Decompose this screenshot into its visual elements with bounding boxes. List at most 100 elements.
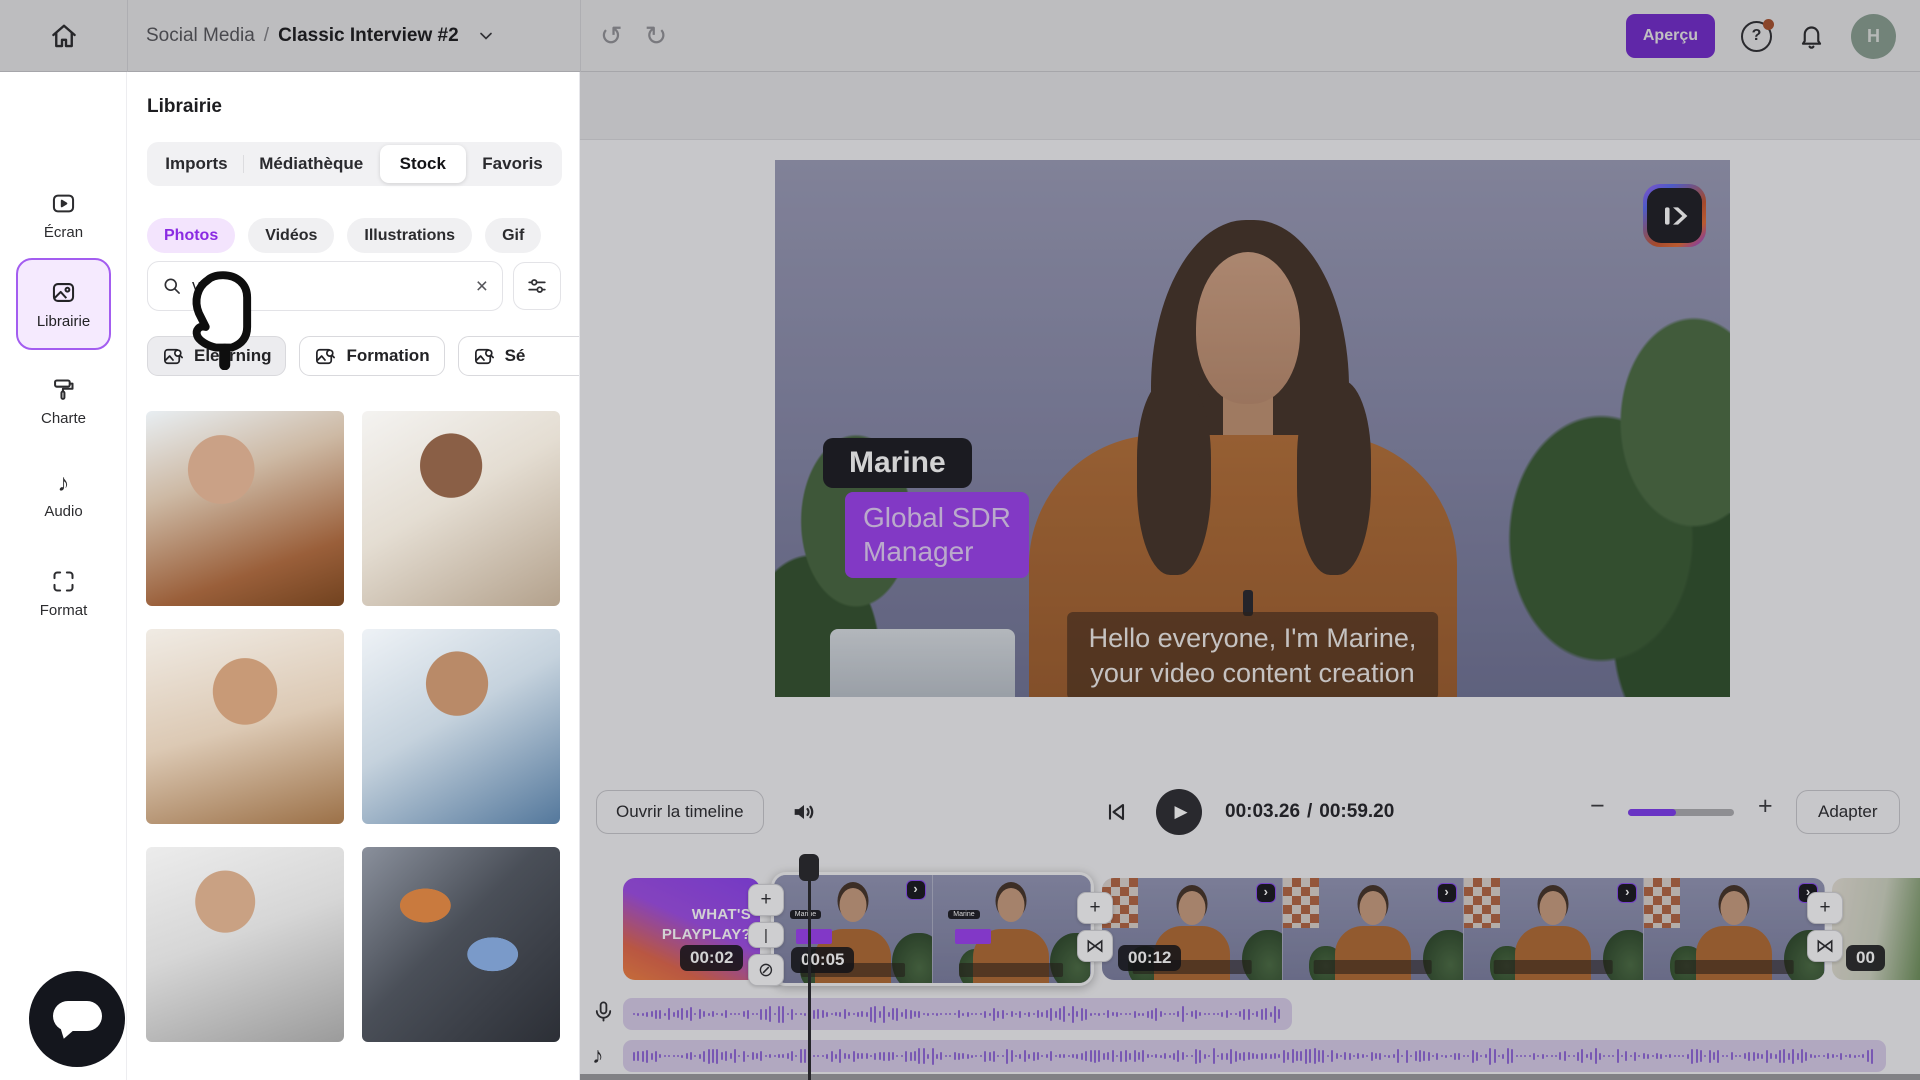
thumb-name-tag: Marine xyxy=(790,910,821,919)
left-sidebar: Écran Librairie Charte ♪ Audio xyxy=(0,72,127,1080)
stock-photo-6[interactable] xyxy=(362,847,560,1042)
search-input[interactable] xyxy=(192,276,466,296)
stock-photo-1[interactable] xyxy=(146,411,344,606)
sidebar-item-format[interactable]: Format xyxy=(0,568,127,619)
video-preview[interactable]: Marine Global SDR Manager Hello everyone… xyxy=(775,160,1730,697)
help-icon[interactable]: ? xyxy=(1741,21,1772,52)
add-clip-button[interactable]: + xyxy=(1077,892,1113,924)
timeline-clip-selected[interactable]: Marine › Marine 00:05 xyxy=(771,872,1094,986)
laptop-shape xyxy=(830,629,1015,697)
subtitle-line-2: your video content creation xyxy=(1089,656,1417,691)
speaker-figure xyxy=(1196,252,1300,404)
filter-gif[interactable]: Gif xyxy=(485,218,541,253)
redo-icon[interactable]: ↻ xyxy=(645,23,668,50)
app-window: Social Media / Classic Interview #2 ↺ ↻ … xyxy=(0,0,1920,1080)
breadcrumb-folder: Social Media xyxy=(146,25,255,47)
thumb-name-tag: Marine xyxy=(948,910,979,919)
filter-videos[interactable]: Vidéos xyxy=(248,218,334,253)
hide-transition-button[interactable]: ⊘ xyxy=(748,954,784,986)
search-filter-button[interactable] xyxy=(513,262,561,310)
home-button[interactable] xyxy=(38,16,90,56)
sidebar-item-label: Format xyxy=(40,602,88,619)
playplay-mini-logo: › xyxy=(906,880,926,900)
timeline-clip-next[interactable]: 00 xyxy=(1832,878,1920,980)
sidebar-item-label: Librairie xyxy=(37,313,90,330)
sidebar-item-charte[interactable]: Charte xyxy=(0,376,127,427)
speaker-figure xyxy=(1137,380,1211,575)
avatar[interactable]: H xyxy=(1851,14,1896,59)
tab-mediatheque[interactable]: Médiathèque xyxy=(243,145,380,183)
stock-photo-5[interactable] xyxy=(146,847,344,1042)
tab-imports[interactable]: Imports xyxy=(150,145,243,183)
play-button[interactable]: ▶ xyxy=(1156,789,1202,835)
timeline-clip-intro[interactable]: WHAT'S PLAYPLAY? 00:02 xyxy=(623,878,760,980)
clear-search-icon[interactable]: × xyxy=(476,276,488,297)
subtitle-overlay[interactable]: Hello everyone, I'm Marine, your video c… xyxy=(1067,612,1439,697)
sidebar-item-audio[interactable]: ♪ Audio xyxy=(0,472,127,520)
tab-favoris[interactable]: Favoris xyxy=(466,145,559,183)
voiceover-mic-icon xyxy=(592,1000,615,1023)
sidebar-item-librairie[interactable]: Librairie xyxy=(16,258,111,350)
transition-button[interactable]: ⋈ xyxy=(1077,930,1113,962)
sidebar-item-label: Écran xyxy=(44,224,83,241)
thumb-subtitle-bar xyxy=(1494,960,1613,974)
stock-photo-2[interactable] xyxy=(362,411,560,606)
bell-icon[interactable] xyxy=(1798,23,1825,50)
suggested-tags: Elearning Formation Sé xyxy=(147,336,580,376)
topbar-divider xyxy=(127,0,128,72)
thumb-subtitle-bar xyxy=(1313,960,1432,974)
clip-thumbnail: Marine xyxy=(933,875,1092,983)
topbar-actions: Aperçu ? H xyxy=(1626,0,1896,72)
preview-button[interactable]: Aperçu xyxy=(1626,14,1715,58)
add-clip-button[interactable]: + xyxy=(1807,892,1843,924)
music-track[interactable] xyxy=(623,1040,1886,1072)
volume-icon[interactable] xyxy=(790,798,818,826)
editor-canvas: Marine Global SDR Manager Hello everyone… xyxy=(580,72,1920,1080)
voiceover-track[interactable] xyxy=(623,998,1292,1030)
chat-support-button[interactable] xyxy=(29,971,125,1067)
clip-title: WHAT'S PLAYPLAY? xyxy=(662,905,751,945)
library-panel: Librairie Imports Médiathèque Stock Favo… xyxy=(127,72,580,1080)
add-clip-button[interactable]: + xyxy=(748,884,784,916)
thumb-head xyxy=(1359,891,1386,925)
clip-thumbnail: › xyxy=(1464,878,1645,980)
thumb-head xyxy=(998,888,1025,922)
playplay-logo xyxy=(1643,184,1706,247)
sliders-icon xyxy=(526,275,548,297)
breadcrumb[interactable]: Social Media / Classic Interview #2 xyxy=(146,0,496,72)
stock-photo-4[interactable] xyxy=(362,629,560,824)
breadcrumb-separator: / xyxy=(264,25,269,47)
music-note-icon: ♪ xyxy=(58,472,70,496)
tag-formation[interactable]: Formation xyxy=(299,336,444,376)
thumb-wall-art xyxy=(1464,878,1500,928)
chevron-down-icon[interactable] xyxy=(476,26,496,46)
project-title[interactable]: Classic Interview #2 xyxy=(278,25,459,47)
panel-title: Librairie xyxy=(147,96,222,118)
transition-button[interactable]: ⋈ xyxy=(1807,930,1843,962)
thumb-role-tag xyxy=(796,929,832,944)
tab-stock[interactable]: Stock xyxy=(380,145,467,183)
current-time: 00:03.26 xyxy=(1225,801,1300,823)
timeline-clip-desk[interactable]: › › › xyxy=(1102,878,1825,980)
open-timeline-button[interactable]: Ouvrir la timeline xyxy=(596,790,764,834)
zoom-in-icon[interactable]: + xyxy=(1758,794,1773,819)
tag-seminaire[interactable]: Sé xyxy=(458,336,580,376)
clip-duration-badge: 00:12 xyxy=(1118,945,1181,971)
filter-illustrations[interactable]: Illustrations xyxy=(347,218,472,253)
skip-to-start-icon[interactable] xyxy=(1104,800,1128,824)
sidebar-item-label: Audio xyxy=(44,503,82,520)
split-clip-button[interactable]: | xyxy=(748,922,784,948)
sidebar-item-ecran[interactable]: Écran xyxy=(0,190,127,241)
playhead-line[interactable] xyxy=(808,858,811,1080)
filter-photos[interactable]: Photos xyxy=(147,218,235,253)
tag-elearning[interactable]: Elearning xyxy=(147,336,286,376)
speaker-name-badge[interactable]: Marine xyxy=(823,438,972,488)
timeline-zoom-slider[interactable] xyxy=(1628,809,1734,816)
undo-icon[interactable]: ↺ xyxy=(600,23,623,50)
stock-photo-grid xyxy=(146,411,562,1042)
stock-photo-3[interactable] xyxy=(146,629,344,824)
fit-button[interactable]: Adapter xyxy=(1796,790,1900,834)
zoom-out-icon[interactable]: − xyxy=(1590,794,1605,819)
speaker-role-badge[interactable]: Global SDR Manager xyxy=(845,492,1029,578)
image-search-icon xyxy=(314,345,337,368)
